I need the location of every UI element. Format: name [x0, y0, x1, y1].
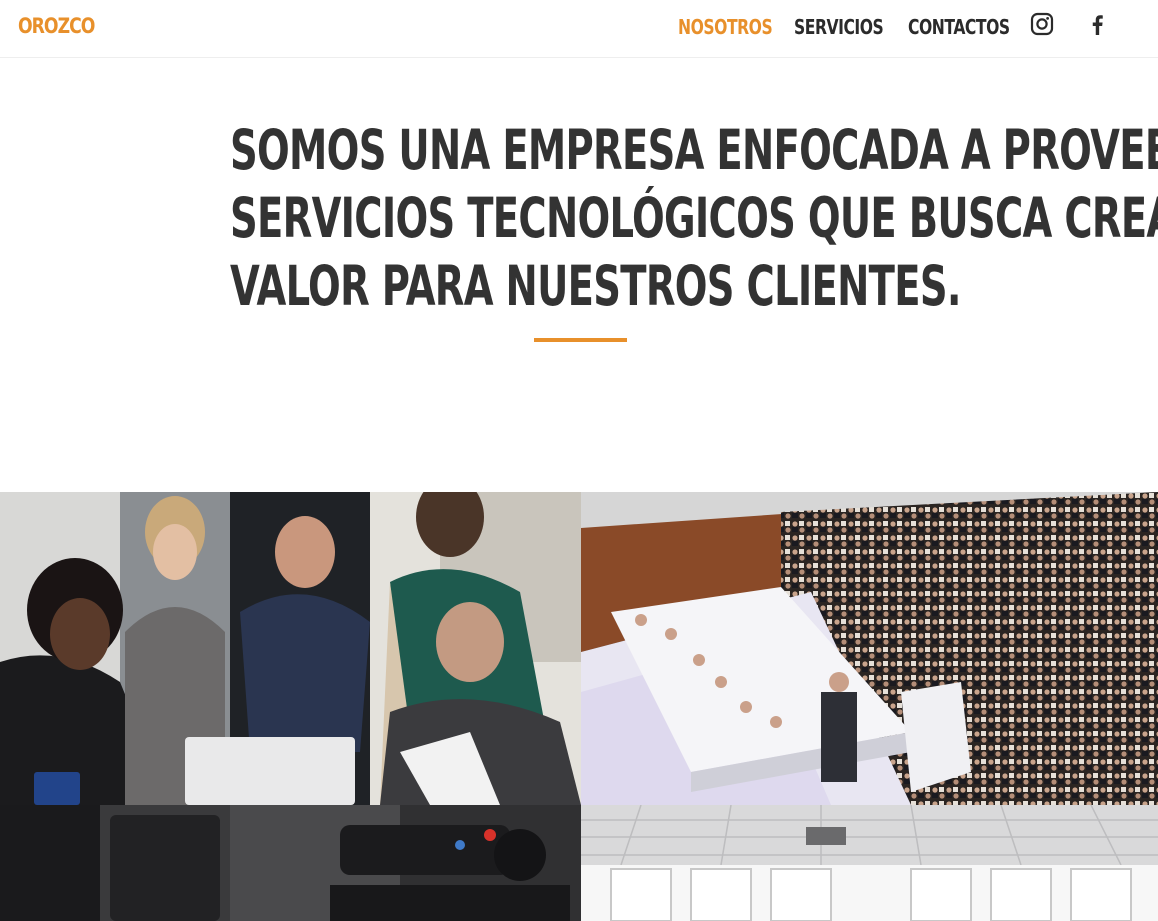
office-space-image — [581, 805, 1158, 921]
photo-team-meeting — [0, 492, 581, 805]
hero-line: SOMOS UNA EMPRESA ENFOCADA A PROVEER — [230, 118, 1158, 182]
photo-camera-equipment — [0, 805, 581, 921]
facebook-glyph — [1092, 15, 1103, 35]
hero-line: VALOR PARA NUESTROS CLIENTES. — [230, 254, 961, 318]
nav-item-contactos[interactable]: CONTACTOS — [908, 15, 1010, 39]
brand-logo[interactable]: OROZCO — [18, 14, 95, 38]
photo-office-space — [581, 805, 1158, 921]
conference-image — [581, 492, 1158, 805]
nav-item-servicios[interactable]: SERVICIOS — [794, 15, 884, 39]
accent-divider — [534, 338, 627, 342]
facebook-icon[interactable] — [1088, 12, 1112, 38]
instagram-icon[interactable] — [1030, 12, 1054, 38]
camera-equipment-image — [0, 805, 581, 921]
photo-conference — [581, 492, 1158, 805]
nav-item-nosotros[interactable]: NOSOTROS — [678, 15, 773, 39]
instagram-glyph — [1030, 12, 1054, 36]
hero-heading: SOMOS UNA EMPRESA ENFOCADA A PROVEER SER… — [80, 116, 1158, 320]
hero-line: SERVICIOS TECNOLÓGICOS QUE BUSCA CREAR — [230, 186, 1158, 250]
navbar: OROZCO NOSOTROS SERVICIOS CONTACTOS — [0, 0, 1158, 58]
team-meeting-image — [0, 492, 581, 805]
